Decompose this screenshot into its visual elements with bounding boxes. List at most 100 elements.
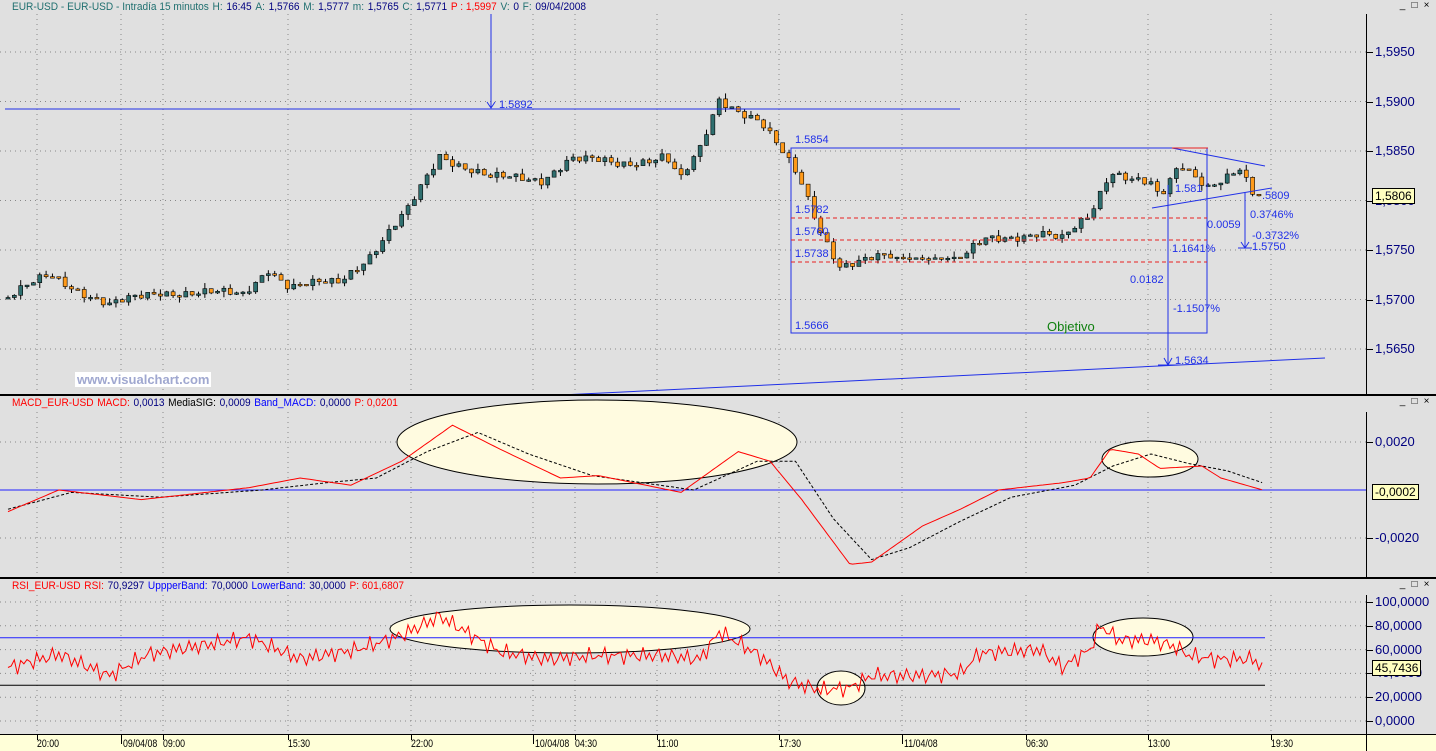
macd-panel[interactable]: MACD_EUR-USD MACD: 0,0013 MediaSIG: 0,0009 Ba…	[0, 396, 1436, 579]
maximize-icon[interactable]: □	[1409, 580, 1420, 591]
label-1.5782: 1.5782	[795, 204, 829, 216]
close-icon[interactable]: ×	[1421, 397, 1432, 408]
candle-body	[1116, 172, 1122, 175]
header-field: m:	[352, 1, 365, 13]
macd-value-tag: -0,0002	[1372, 484, 1419, 500]
candle-body	[310, 278, 316, 286]
axis-label: 1,5650	[1375, 341, 1415, 356]
candle-body	[570, 156, 576, 161]
axis-label: 0,0020	[1375, 434, 1415, 449]
window-buttons[interactable]: _ □ ×	[1397, 580, 1432, 591]
candle-body	[323, 281, 328, 284]
header-field: 70,9297	[107, 580, 145, 592]
candle-body	[672, 161, 678, 170]
candle-body	[1034, 234, 1039, 238]
candle-body	[1174, 168, 1179, 179]
header-field: 0,0009	[219, 397, 251, 409]
rsi-chart[interactable]	[0, 579, 1366, 735]
candle-body	[907, 257, 913, 260]
candle-body	[1212, 184, 1217, 187]
candle-body	[774, 130, 779, 144]
label-.5809: .5809	[1262, 190, 1290, 202]
last-price-tag: 1,5806	[1372, 188, 1415, 204]
time-label: 11/04/08	[904, 738, 938, 750]
candle-body	[843, 263, 849, 268]
candle-body	[1142, 177, 1147, 185]
close-icon[interactable]: ×	[1421, 1, 1432, 12]
candle-body	[208, 288, 214, 294]
candle-body	[710, 114, 716, 135]
candle-body	[481, 169, 487, 176]
header-field: P: 601,6807	[349, 580, 405, 592]
axis-tick	[1367, 299, 1373, 301]
rsi-panel[interactable]: RSI_EUR-USD RSI: 70,9297 UppperBand: 70,0000…	[0, 579, 1436, 735]
candle-body	[831, 241, 836, 260]
candle-body	[723, 98, 728, 108]
candle-body	[1129, 178, 1135, 181]
candle-body	[297, 284, 303, 287]
label-1.5854: 1.5854	[795, 134, 829, 146]
macd-chart[interactable]	[0, 396, 1366, 577]
axis-tick	[1367, 101, 1373, 103]
candle-body	[627, 161, 633, 166]
candle-body	[367, 254, 373, 265]
highlight-ellipse	[1101, 440, 1199, 478]
header-field: Band_MACD:	[254, 397, 317, 409]
time-label: 17:30	[779, 738, 802, 750]
candle-body	[1243, 169, 1249, 178]
time-label: 20:00	[37, 738, 60, 750]
candle-body	[227, 287, 233, 295]
minimize-icon[interactable]: _	[1397, 397, 1408, 408]
time-axis: 20:00 09/04/08 09:00 15:30 22:00 10/04/08 04:3…	[0, 735, 1436, 751]
window-buttons[interactable]: _ □ ×	[1397, 1, 1432, 12]
candle-body	[437, 153, 443, 170]
close-icon[interactable]: ×	[1421, 580, 1432, 591]
axis-label: 1,5900	[1375, 93, 1415, 109]
candle-body	[964, 252, 970, 259]
axis-tick	[1367, 602, 1373, 603]
candle-body	[520, 173, 525, 181]
candle-body	[462, 163, 468, 170]
price-panel[interactable]: 1.5892 1.5854 1.5782 1.5760 1.5738 1.5666 Obje…	[0, 0, 1436, 396]
candle-body	[291, 284, 297, 290]
candle-body	[202, 288, 208, 295]
candle-body	[761, 119, 766, 129]
candle-body	[932, 257, 938, 260]
candle-body	[513, 173, 519, 178]
candle-body	[443, 153, 449, 161]
candle-body	[5, 297, 11, 300]
axis-label: 1,5700	[1375, 291, 1415, 307]
candle-body	[1193, 169, 1198, 178]
candle-body	[240, 291, 246, 294]
candle-body	[412, 199, 417, 206]
candle-body	[875, 253, 881, 261]
maximize-icon[interactable]: □	[1409, 1, 1420, 12]
candle-body	[704, 134, 709, 146]
header-field: 16:45	[226, 1, 252, 13]
axis-label: -0,0020	[1375, 530, 1420, 545]
window-buttons[interactable]: _ □ ×	[1397, 397, 1432, 408]
candle-body	[285, 279, 290, 290]
price-chart[interactable]: 1.5892 1.5854 1.5782 1.5760 1.5738 1.5666 Obje…	[0, 0, 1366, 394]
header-field: 1,5777	[318, 1, 350, 13]
minimize-icon[interactable]: _	[1397, 1, 1408, 12]
candle-body	[1066, 231, 1071, 235]
candle-body	[354, 270, 360, 273]
candle-body	[583, 155, 589, 162]
header-field: EUR-USD - EUR-USD - Intradía 15 minutos	[12, 1, 209, 13]
candle-body	[729, 106, 735, 109]
candle-body	[1161, 190, 1166, 195]
minimize-icon[interactable]: _	[1397, 580, 1408, 591]
label-1.581: 1.581	[1175, 183, 1203, 195]
header-field: A:	[255, 1, 265, 13]
candle-body	[685, 169, 690, 176]
candle-body	[939, 257, 944, 260]
header-field: 70,0000	[211, 580, 248, 592]
candle-body	[424, 174, 430, 185]
candle-body	[316, 278, 322, 282]
candle-body	[754, 114, 760, 121]
header-field: H:	[212, 1, 223, 13]
header-field: MediaSIG:	[168, 397, 216, 409]
maximize-icon[interactable]: □	[1409, 397, 1420, 408]
header-field: P: 0,0201	[354, 397, 398, 409]
